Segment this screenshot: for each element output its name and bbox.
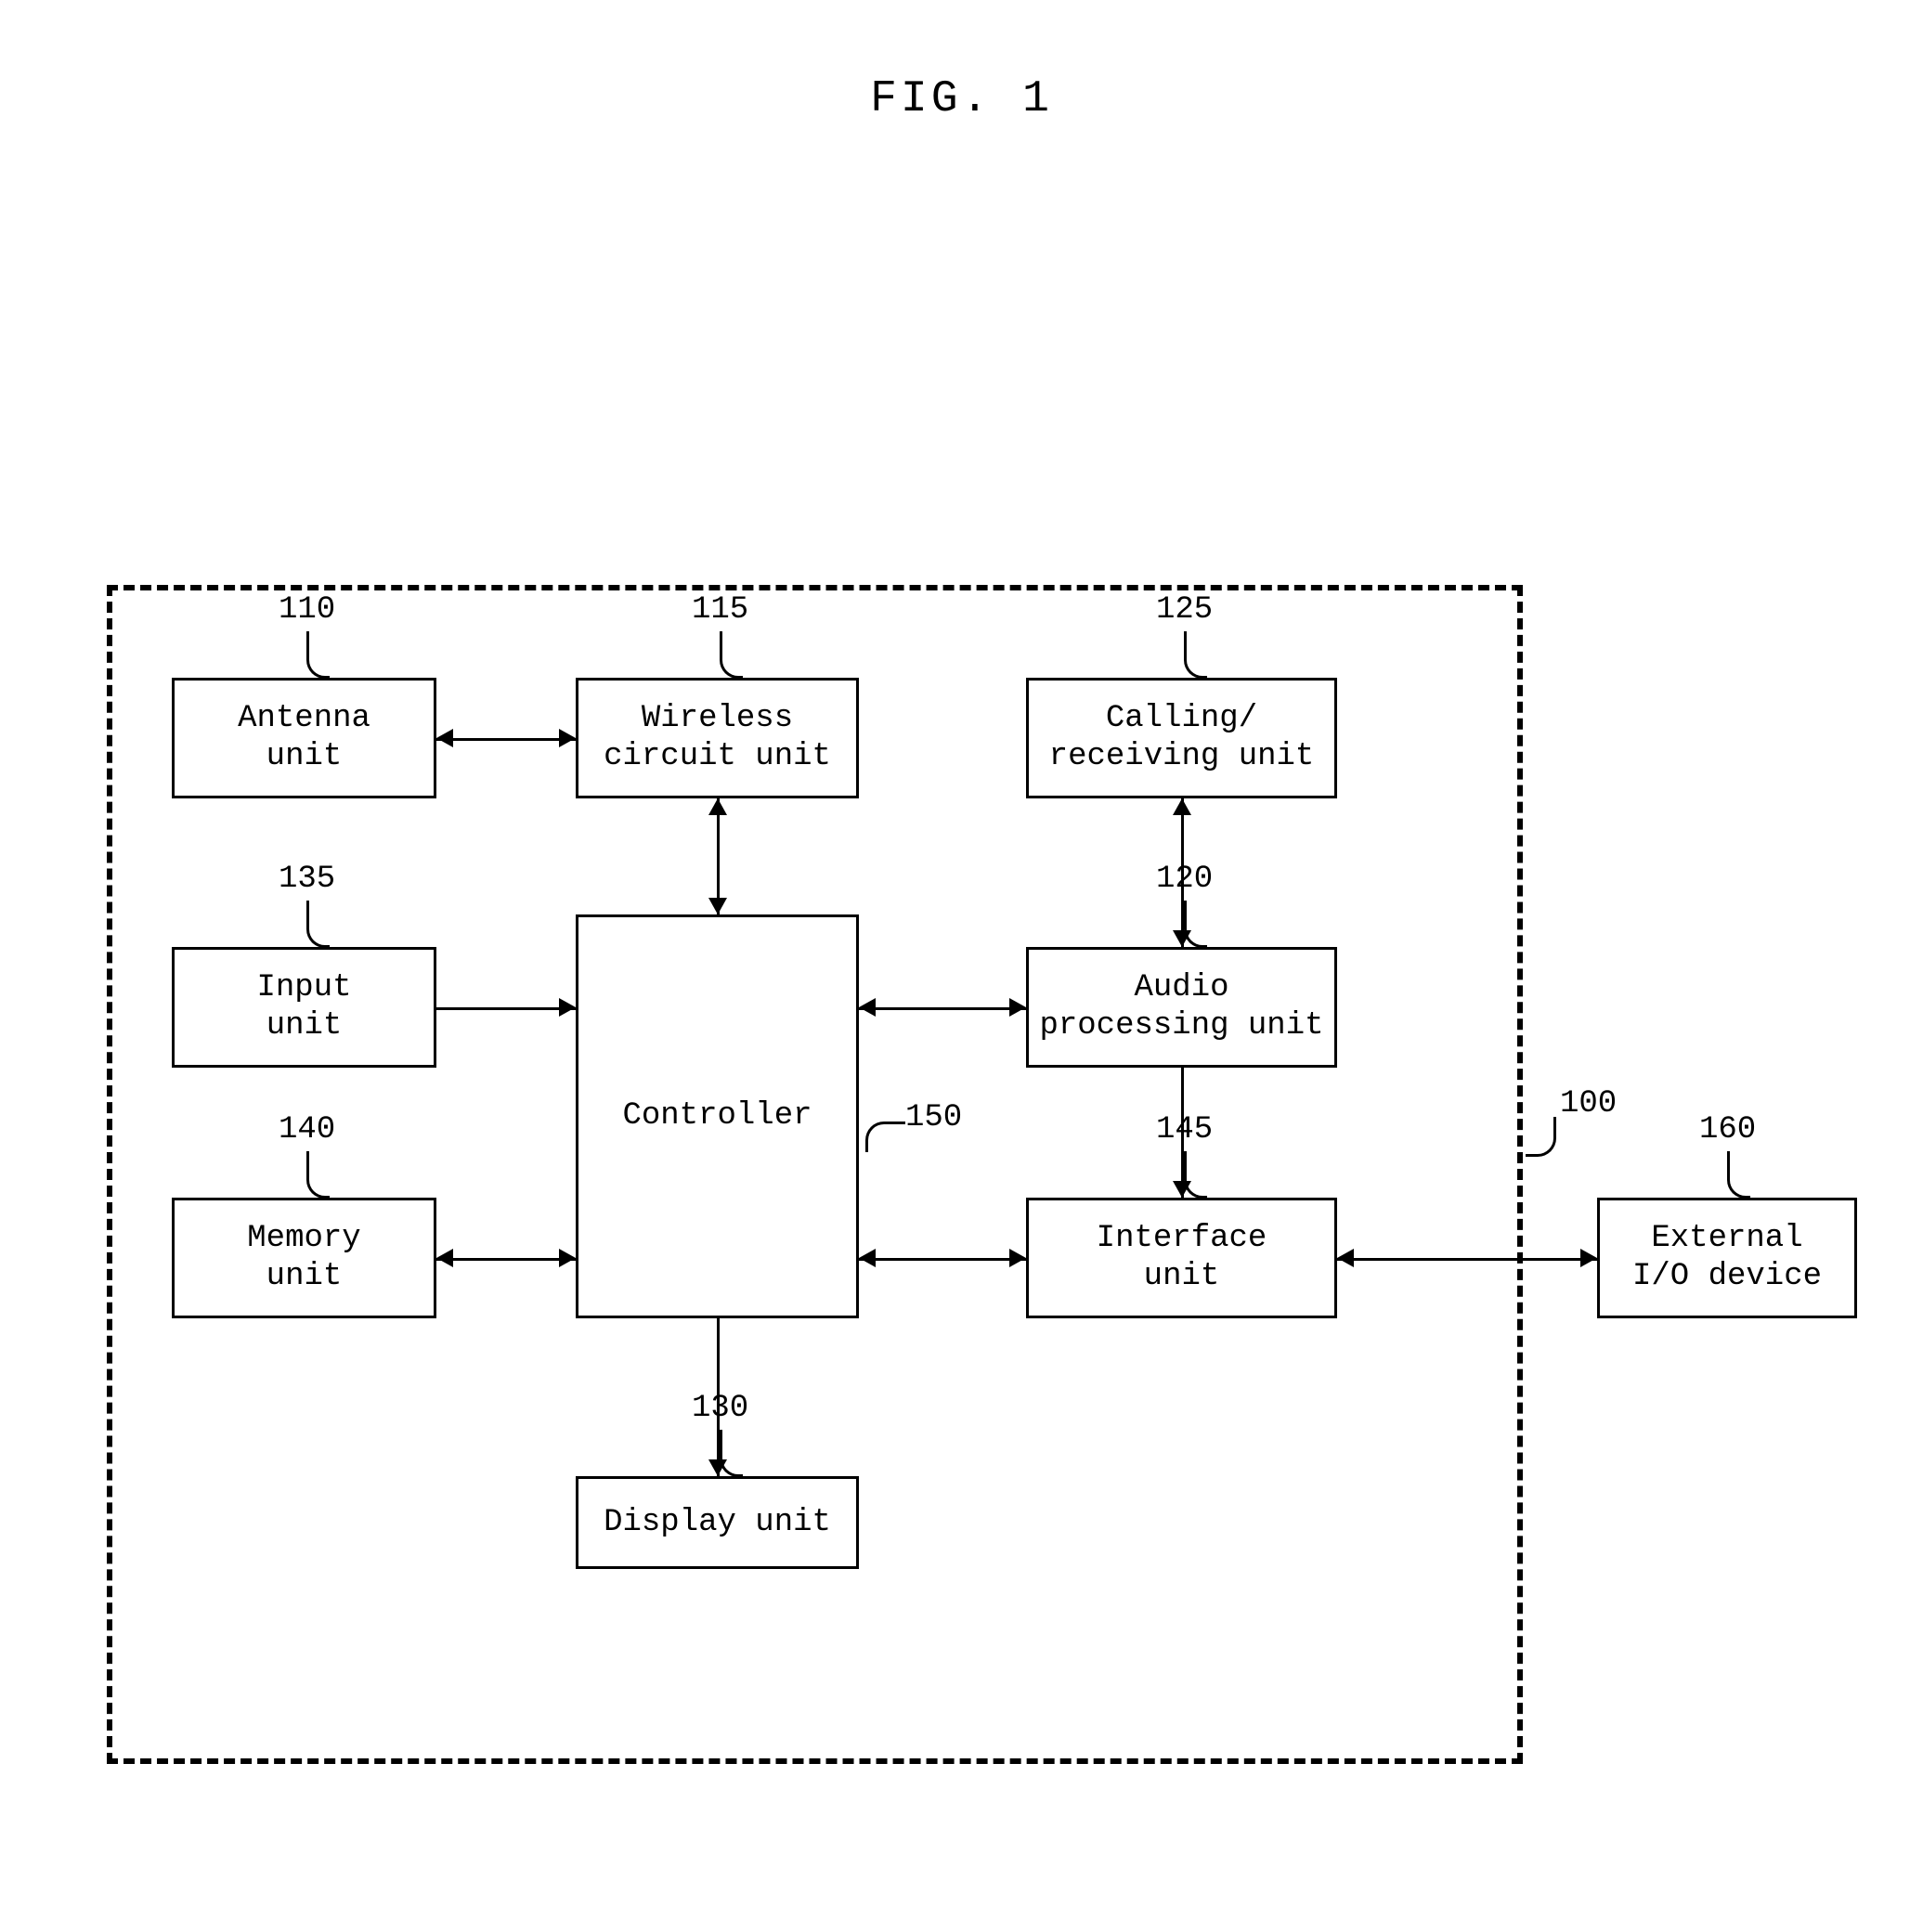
arrow-antenna-wireless xyxy=(436,738,576,741)
label-controller: Controller xyxy=(622,1097,812,1135)
ref-150: 150 xyxy=(905,1100,962,1135)
block-input: Inputunit xyxy=(172,947,436,1068)
label-wireless: Wirelesscircuit unit xyxy=(604,700,831,776)
ref-110: 110 xyxy=(279,592,335,628)
ref-135: 135 xyxy=(279,862,335,897)
ah-controller-audio-l xyxy=(859,998,876,1017)
ref-120: 120 xyxy=(1156,862,1213,897)
arrow-interface-external xyxy=(1337,1258,1597,1261)
arrow-audio-interface xyxy=(1181,1068,1184,1198)
arrow-memory-controller xyxy=(436,1258,576,1261)
ah-controller-display xyxy=(708,1459,727,1476)
ah-input-controller xyxy=(559,998,576,1017)
block-external: ExternalI/O device xyxy=(1597,1198,1857,1318)
ref-160: 160 xyxy=(1699,1112,1756,1148)
ref-130: 130 xyxy=(692,1391,748,1426)
arrow-calling-audio xyxy=(1181,798,1184,947)
ah-controller-audio-r xyxy=(1009,998,1026,1017)
arrow-controller-interface xyxy=(859,1258,1026,1261)
tick-150 xyxy=(865,1122,905,1152)
tick-125 xyxy=(1184,631,1207,679)
ah-audio-interface xyxy=(1173,1181,1191,1198)
label-audio: Audioprocessing unit xyxy=(1039,969,1323,1045)
label-interface: Interfaceunit xyxy=(1097,1220,1267,1296)
ah-wireless-controller-d xyxy=(708,898,727,914)
tick-135 xyxy=(306,901,330,948)
ah-antenna-wireless-r xyxy=(559,729,576,747)
ref-140: 140 xyxy=(279,1112,335,1148)
ref-145: 145 xyxy=(1156,1112,1213,1148)
ah-antenna-wireless-l xyxy=(436,729,453,747)
block-controller: Controller xyxy=(576,914,859,1318)
ah-interface-external-l xyxy=(1337,1249,1354,1267)
block-interface: Interfaceunit xyxy=(1026,1198,1337,1318)
label-memory: Memoryunit xyxy=(247,1220,360,1296)
ah-calling-audio-u xyxy=(1173,798,1191,815)
block-calling: Calling/receiving unit xyxy=(1026,678,1337,798)
block-audio: Audioprocessing unit xyxy=(1026,947,1337,1068)
arrow-input-controller xyxy=(436,1007,576,1010)
tick-100 xyxy=(1526,1117,1556,1157)
label-external: ExternalI/O device xyxy=(1632,1220,1822,1296)
ah-controller-interface-r xyxy=(1009,1249,1026,1267)
label-input: Inputunit xyxy=(256,969,351,1045)
tick-160 xyxy=(1727,1151,1750,1199)
block-antenna: Antennaunit xyxy=(172,678,436,798)
label-calling: Calling/receiving unit xyxy=(1049,700,1315,776)
tick-110 xyxy=(306,631,330,679)
ah-memory-controller-l xyxy=(436,1249,453,1267)
block-display: Display unit xyxy=(576,1476,859,1569)
arrow-controller-audio xyxy=(859,1007,1026,1010)
ah-interface-external-r xyxy=(1580,1249,1597,1267)
tick-140 xyxy=(306,1151,330,1199)
label-antenna: Antennaunit xyxy=(238,700,370,776)
ah-memory-controller-r xyxy=(559,1249,576,1267)
block-wireless: Wirelesscircuit unit xyxy=(576,678,859,798)
ref-125: 125 xyxy=(1156,592,1213,628)
label-display: Display unit xyxy=(604,1504,831,1542)
tick-115 xyxy=(720,631,743,679)
figure-canvas: FIG. 1 100 Antennaunit 110 Wirelesscircu… xyxy=(0,0,1923,1932)
block-memory: Memoryunit xyxy=(172,1198,436,1318)
ah-wireless-controller-u xyxy=(708,798,727,815)
ah-calling-audio-d xyxy=(1173,930,1191,947)
ref-100: 100 xyxy=(1560,1086,1617,1122)
figure-title: FIG. 1 xyxy=(0,74,1923,124)
arrow-controller-display xyxy=(717,1318,720,1476)
ref-115: 115 xyxy=(692,592,748,628)
ah-controller-interface-l xyxy=(859,1249,876,1267)
